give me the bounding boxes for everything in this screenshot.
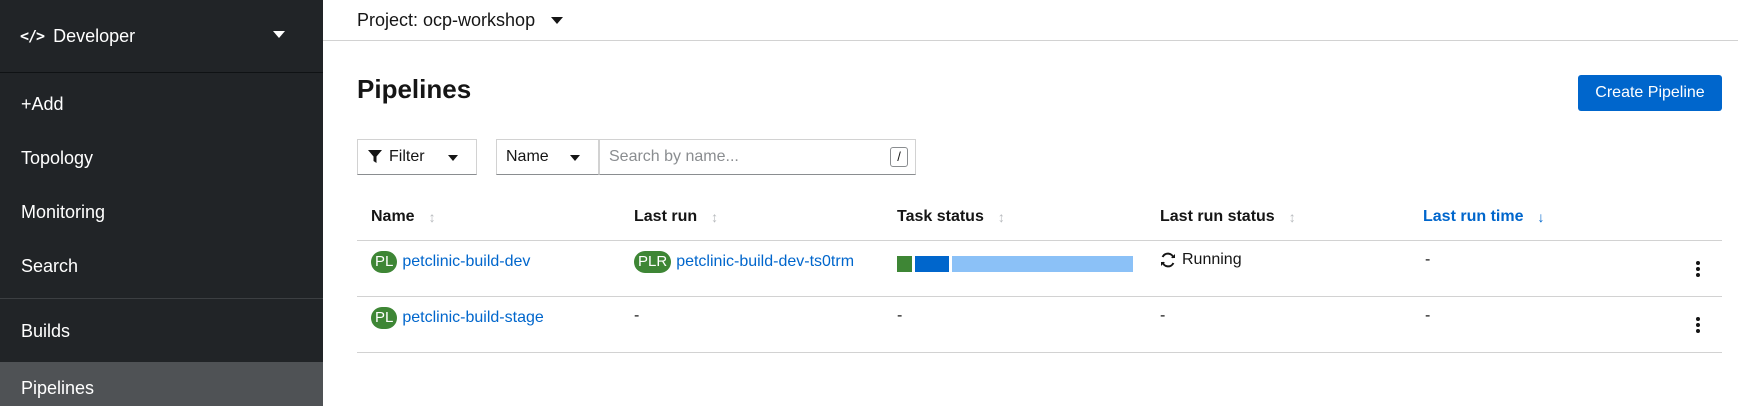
- sort-descending-icon: ↓: [1537, 209, 1545, 225]
- caret-down-icon: [570, 155, 580, 161]
- task-status-cell: -: [897, 307, 903, 324]
- search-input[interactable]: [600, 140, 870, 174]
- last-run-status-cell: -: [1160, 307, 1166, 324]
- table-divider: [357, 352, 1722, 353]
- column-header-label: Task status: [897, 208, 984, 225]
- pipeline-run-badge: PLR: [634, 251, 672, 273]
- sidebar-item-add[interactable]: +Add: [0, 78, 323, 130]
- sidebar-item-label: Builds: [21, 320, 71, 341]
- sidebar-item-search[interactable]: Search: [0, 240, 323, 292]
- project-label: Project: ocp-workshop: [357, 9, 536, 30]
- pipeline-name-link[interactable]: petclinic-build-stage: [402, 309, 543, 327]
- last-run-status-cell: Running: [1160, 251, 1242, 269]
- pipeline-badge: PL: [371, 307, 398, 329]
- filter-icon: [368, 150, 382, 163]
- last-run-link[interactable]: petclinic-build-dev-ts0trm: [676, 253, 854, 271]
- last-run-time-cell: -: [1425, 251, 1431, 268]
- sidebar-item-builds[interactable]: Builds: [0, 305, 323, 357]
- perspective-switcher[interactable]: </> Developer: [0, 0, 323, 73]
- task-status-succeeded-segment[interactable]: [897, 256, 912, 272]
- column-header-last-run-status[interactable]: Last run status ↕: [1160, 208, 1296, 226]
- sidebar-item-topology[interactable]: Topology: [0, 132, 323, 184]
- sync-icon: [1161, 252, 1175, 268]
- attribute-dropdown[interactable]: Name: [496, 139, 599, 175]
- sidebar: </> Developer +Add Topology Monitoring S…: [0, 0, 323, 406]
- column-header-task-status[interactable]: Task status ↕: [897, 208, 1005, 226]
- caret-down-icon: [448, 155, 458, 161]
- sidebar-item-label: +Add: [21, 93, 64, 114]
- filter-dropdown[interactable]: Filter: [357, 139, 477, 175]
- sidebar-item-label: Pipelines: [21, 377, 95, 398]
- last-run-cell: -: [634, 307, 640, 324]
- column-header-label: Last run status: [1160, 208, 1275, 225]
- code-icon: </>: [20, 27, 45, 45]
- column-header-label: Last run: [634, 208, 698, 225]
- column-header-last-run-time[interactable]: Last run time ↓: [1423, 208, 1544, 226]
- project-selector[interactable]: Project: ocp-workshop: [323, 0, 1738, 41]
- run-status-text: Running: [1182, 251, 1242, 268]
- sort-icon: ↕: [1288, 209, 1296, 225]
- task-status-pending-segment[interactable]: [952, 256, 1133, 272]
- sort-icon: ↕: [997, 209, 1005, 225]
- caret-down-icon: [273, 31, 285, 38]
- sidebar-divider: [0, 298, 323, 299]
- sidebar-item-pipelines[interactable]: Pipelines: [0, 362, 323, 406]
- task-status-running-segment[interactable]: [915, 256, 949, 272]
- sort-icon: ↕: [428, 209, 436, 225]
- table-divider: [357, 296, 1722, 297]
- kebab-menu-icon[interactable]: [1696, 317, 1700, 335]
- filter-label: Filter: [389, 148, 425, 165]
- last-run-cell: PLR petclinic-build-dev-ts0trm: [634, 251, 854, 273]
- sidebar-item-monitoring[interactable]: Monitoring: [0, 186, 323, 238]
- page-title: Pipelines: [357, 74, 472, 104]
- table-divider: [357, 240, 1722, 241]
- kebab-menu-icon[interactable]: [1696, 261, 1700, 279]
- table-row: PL petclinic-build-dev: [371, 251, 530, 273]
- sort-icon: ↕: [711, 209, 719, 225]
- table-row: PL petclinic-build-stage: [371, 307, 544, 329]
- last-run-time-cell: -: [1425, 307, 1431, 324]
- sidebar-item-label: Topology: [21, 147, 94, 168]
- pipeline-name-link[interactable]: petclinic-build-dev: [402, 253, 530, 271]
- search-box: /: [599, 139, 916, 175]
- caret-down-icon: [551, 16, 564, 24]
- column-header-name[interactable]: Name ↕: [371, 208, 436, 226]
- sidebar-item-label: Search: [21, 255, 79, 276]
- keyboard-shortcut-hint: /: [890, 147, 908, 167]
- column-header-label: Last run time: [1423, 208, 1524, 225]
- sidebar-item-label: Monitoring: [21, 201, 106, 222]
- create-pipeline-button[interactable]: Create Pipeline: [1578, 75, 1722, 111]
- attribute-label: Name: [506, 148, 549, 165]
- pipeline-badge: PL: [371, 251, 398, 273]
- perspective-label: Developer: [53, 25, 136, 46]
- column-header-last-run[interactable]: Last run ↕: [634, 208, 718, 226]
- column-header-label: Name: [371, 208, 415, 225]
